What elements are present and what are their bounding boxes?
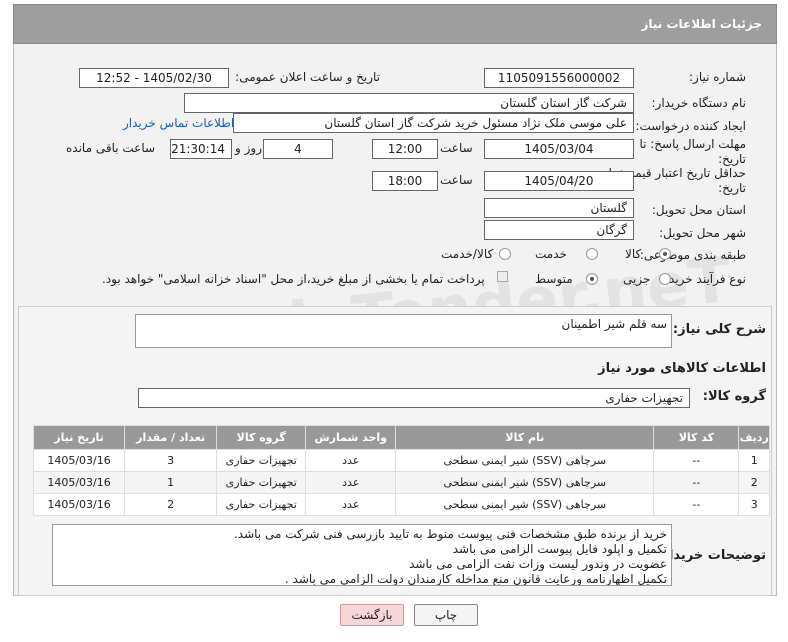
col-goods-group: گروه کالا: [216, 425, 307, 450]
announce-field: 1405/02/30 - 12:52: [79, 68, 229, 88]
days-label: روز و: [235, 141, 262, 155]
cell-need-date: 1405/03/16: [32, 471, 126, 494]
remaining-label: ساعت باقی مانده: [66, 141, 156, 155]
deadline-time-label: ساعت: [440, 141, 473, 155]
buyer-note-line: تکمیل اظهارنامه ورعایت قانون منع مداخله …: [284, 572, 667, 586]
goods-info-title: اطلاعات کالاهای مورد نیاز: [598, 361, 766, 376]
category-goods-label: کالا: [625, 247, 642, 261]
announce-label: تاریخ و ساعت اعلان عمومی:: [235, 70, 380, 84]
category-goods-radio[interactable]: [659, 248, 671, 260]
price-time-label: ساعت: [440, 173, 473, 187]
category-both-radio[interactable]: [499, 248, 511, 260]
cell-quantity: 1: [124, 471, 218, 494]
col-goods-name: نام کالا: [395, 425, 655, 450]
process-label: نوع فرآیند خرید :: [661, 272, 746, 286]
cell-unit: عدد: [305, 449, 397, 472]
cell-need-date: 1405/03/16: [32, 493, 126, 516]
table-row: 1405/03/16 2 تجهیزات حفاری عدد شیر ایمنی…: [32, 493, 770, 516]
city-field: گرگان: [484, 220, 634, 240]
category-label: طبقه بندی موضوعی:: [639, 248, 746, 262]
creator-field: علی موسی ملک نژاد مسئول خرید شرکت گاز اس…: [233, 113, 634, 133]
buyer-notes-textarea[interactable]: خرید از برنده طبق مشخصات فنی پیوست منوط …: [52, 524, 672, 586]
deadline-time-field: 12:00: [372, 139, 438, 159]
buyer-note-line: خرید از برنده طبق مشخصات فنی پیوست منوط …: [233, 527, 667, 541]
category-service-label: خدمت: [535, 247, 567, 261]
price-time-field: 18:00: [372, 171, 438, 191]
cell-goods-code: --: [653, 493, 740, 516]
deadline-label: مهلت ارسال پاسخ: تا تاریخ:: [639, 137, 746, 166]
province-label: استان محل تحویل:: [651, 203, 746, 217]
goods-table: تاریخ نیاز تعداد / مقدار گروه کالا واحد …: [32, 425, 770, 516]
print-button[interactable]: چاپ: [414, 604, 478, 626]
col-unit: واحد شمارش: [305, 425, 397, 450]
treasury-checkbox[interactable]: [497, 271, 508, 282]
cell-goods-group: تجهیزات حفاری: [216, 471, 307, 494]
page-title: جزئیات اطلاعات نیاز: [641, 17, 762, 31]
price-date-field: 1405/04/20: [484, 171, 634, 191]
category-both-label: کالا/خدمت: [441, 247, 494, 261]
buyer-notes-label: توضیحات خریدار:: [656, 548, 766, 563]
goods-group-field: تجهیزات حفاری: [138, 388, 690, 408]
cell-quantity: 2: [124, 493, 218, 516]
col-quantity: تعداد / مقدار: [124, 425, 218, 450]
description-label: شرح کلی نیاز:: [672, 322, 766, 337]
goods-group-label: گروه کالا:: [702, 389, 766, 404]
buyer-note-line: عضویت در وندور لیست وزات نفت الزامی می ب…: [409, 557, 667, 571]
process-minor-radio[interactable]: [659, 273, 671, 285]
col-row: ردیف: [738, 425, 770, 450]
description-textarea[interactable]: سه قلم شیر اطمینان: [135, 314, 672, 348]
remaining-time-field: 21:30:14: [170, 139, 232, 159]
process-minor-label: جزیی: [623, 272, 651, 286]
need-number-label: شماره نیاز:: [689, 70, 746, 84]
buyer-org-field: شرکت گاز استان گلستان: [184, 93, 634, 113]
cell-goods-group: تجهیزات حفاری: [216, 449, 307, 472]
category-service-radio[interactable]: [586, 248, 598, 260]
col-need-date: تاریخ نیاز: [32, 425, 126, 450]
cell-goods-code: --: [653, 449, 740, 472]
process-medium-label: متوسط: [535, 272, 573, 286]
cell-quantity: 3: [124, 449, 218, 472]
need-number-field: 1105091556000002: [484, 68, 634, 88]
cell-row: 3: [738, 493, 770, 516]
payment-note: پرداخت تمام یا بخشی از مبلغ خرید،از محل …: [102, 272, 485, 286]
cell-unit: عدد: [305, 493, 397, 516]
days-field: 4: [263, 139, 333, 159]
buyer-org-label: نام دستگاه خریدار:: [651, 96, 747, 110]
cell-goods-group: تجهیزات حفاری: [216, 493, 307, 516]
cell-goods-name: شیر ایمنی سطحی (SSV) سرچاهی: [395, 493, 655, 516]
col-goods-code: کد کالا: [653, 425, 740, 450]
contact-info-link[interactable]: اطلاعات تماس خریدار: [123, 116, 234, 130]
city-label: شهر محل تحویل:: [659, 226, 746, 240]
cell-row: 2: [738, 471, 770, 494]
table-row: 1405/03/16 3 تجهیزات حفاری عدد شیر ایمنی…: [32, 449, 770, 472]
creator-label: ایجاد کننده درخواست:: [635, 119, 746, 133]
table-row: 1405/03/16 1 تجهیزات حفاری عدد شیر ایمنی…: [32, 471, 770, 494]
back-button[interactable]: بازگشت: [340, 604, 404, 626]
cell-unit: عدد: [305, 471, 397, 494]
cell-goods-name: شیر ایمنی سطحی (SSV) سرچاهی: [395, 471, 655, 494]
deadline-date-field: 1405/03/04: [484, 139, 634, 159]
province-field: گلستان: [484, 198, 634, 218]
cell-row: 1: [738, 449, 770, 472]
cell-goods-name: شیر ایمنی سطحی (SSV) سرچاهی: [395, 449, 655, 472]
cell-goods-code: --: [653, 471, 740, 494]
cell-need-date: 1405/03/16: [32, 449, 126, 472]
buyer-note-line: تکمیل و اپلود فایل پیوست الزامی می باشد: [452, 542, 667, 556]
page-header: جزئیات اطلاعات نیاز: [13, 4, 777, 44]
process-medium-radio[interactable]: [586, 273, 598, 285]
